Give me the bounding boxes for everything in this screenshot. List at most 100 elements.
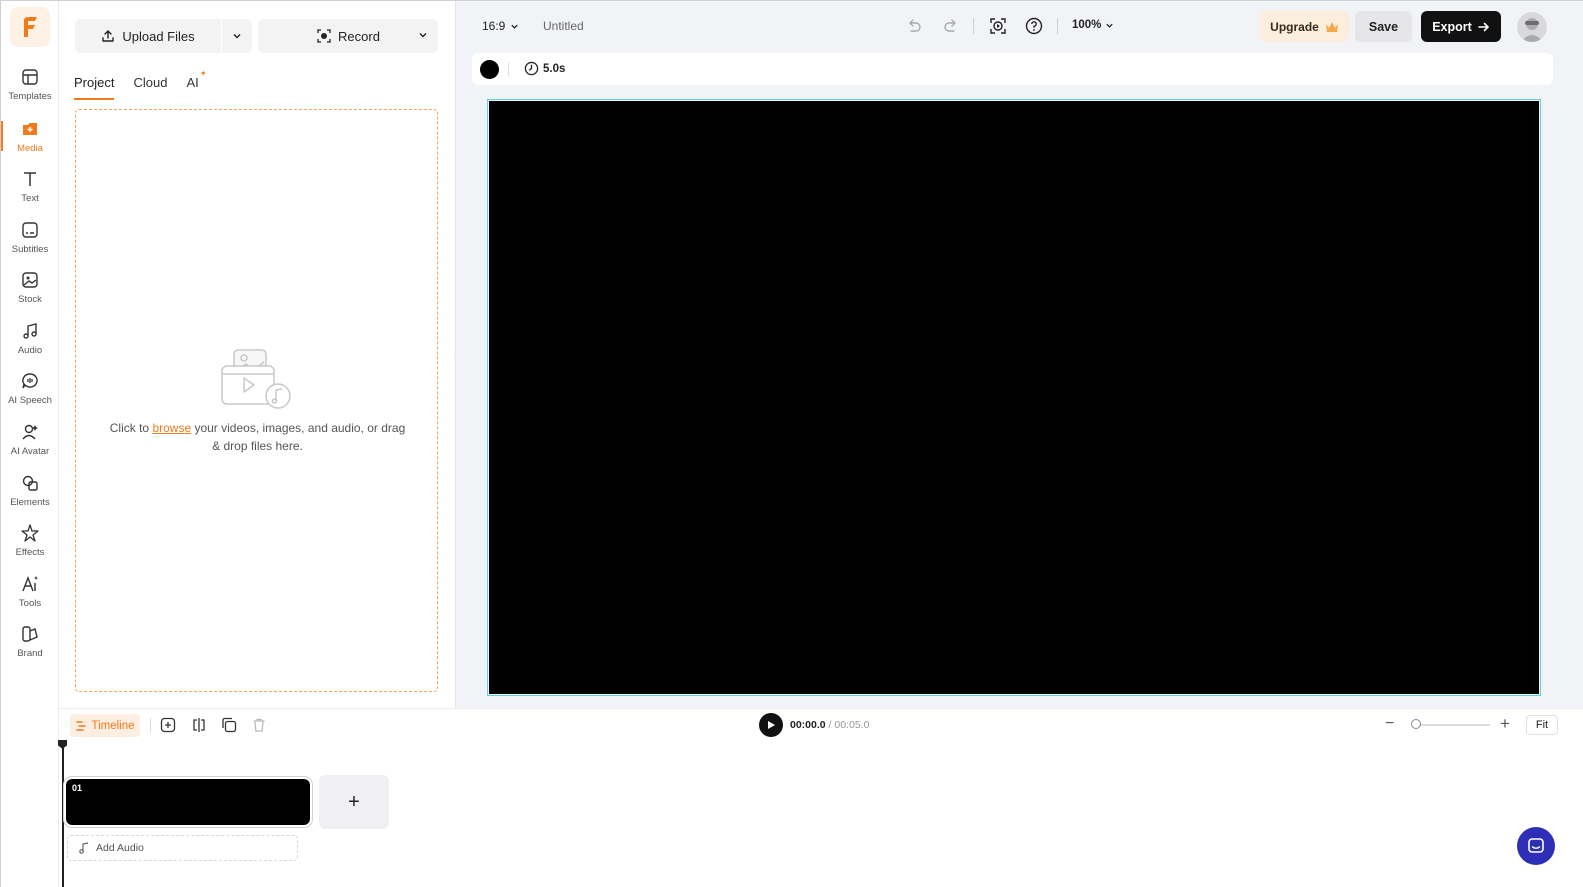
brand-icon [22, 626, 38, 642]
export-button[interactable]: Export [1421, 11, 1501, 42]
media-tabs: Project Cloud AI ✦ [74, 69, 207, 100]
split-icon[interactable] [191, 717, 207, 733]
undo-icon[interactable] [904, 16, 924, 36]
duration-value: 5.0s [543, 62, 566, 75]
media-panel: Upload Files Record Project Cloud AI ✦ C… [59, 1, 455, 708]
media-placeholder-icon [221, 349, 291, 409]
sidebar-item-elements[interactable]: Elements [1, 471, 59, 519]
add-element-icon[interactable] [160, 717, 176, 733]
sidebar-item-subtitles[interactable]: Subtitles [1, 218, 59, 266]
upload-dropzone[interactable]: Click to browse your videos, images, and… [75, 109, 438, 692]
upgrade-button[interactable]: Upgrade [1260, 11, 1349, 42]
scene-duration[interactable]: 5.0s [524, 61, 565, 76]
export-label: Export [1432, 19, 1472, 34]
ai-speech-icon [22, 373, 38, 389]
sparkle-icon: ✦ [200, 69, 207, 78]
plus-icon: + [348, 790, 360, 813]
crown-icon [1325, 21, 1338, 32]
play-button[interactable] [759, 713, 783, 737]
preview-icon[interactable] [988, 16, 1008, 36]
playhead[interactable] [62, 744, 64, 887]
toolbar-divider [973, 18, 974, 34]
zoom-out-icon[interactable]: − [1385, 715, 1394, 733]
tab-cloud[interactable]: Cloud [133, 75, 167, 95]
support-chat-button[interactable] [1517, 827, 1555, 865]
save-button[interactable]: Save [1355, 11, 1412, 42]
chevron-down-icon [233, 34, 241, 39]
dropzone-prefix: Click to [109, 421, 153, 435]
upload-files-button[interactable]: Upload Files [75, 19, 221, 53]
current-time: 00:00.0 [790, 719, 826, 731]
sidebar-item-label: Templates [8, 91, 52, 102]
timeline-zoom-slider[interactable] [1414, 724, 1490, 726]
aspect-ratio-select[interactable]: 16:9 [482, 19, 519, 33]
redo-icon[interactable] [941, 16, 961, 36]
upgrade-label: Upgrade [1270, 19, 1319, 34]
add-audio-track[interactable]: Add Audio [67, 835, 298, 861]
dropzone-instructions: Click to browse your videos, images, and… [106, 419, 409, 455]
browse-link[interactable]: browse [152, 421, 191, 435]
total-time: 00:05.0 [834, 719, 870, 731]
play-icon [768, 721, 775, 729]
sidebar-item-ai-speech[interactable]: AI Speech [1, 369, 59, 417]
zoom-in-icon[interactable]: + [1500, 714, 1510, 734]
timeline-divider [150, 718, 151, 732]
fit-button[interactable]: Fit [1526, 715, 1558, 735]
chat-icon [1528, 838, 1544, 853]
chevron-down-icon [1106, 23, 1114, 28]
upload-icon [102, 30, 115, 42]
upload-options-dropdown[interactable] [222, 19, 252, 53]
clock-icon [524, 61, 539, 76]
sidebar-item-label: Audio [17, 345, 43, 356]
timeline-toggle[interactable]: Timeline [70, 714, 140, 737]
sidebar-item-brand[interactable]: Brand [1, 622, 59, 670]
text-icon [24, 172, 36, 186]
top-toolbar: 16:9 Untitled 100% Upgrade Save Export [456, 1, 1583, 51]
elements-icon [22, 475, 38, 491]
sidebar-item-audio[interactable]: Audio [1, 319, 59, 367]
sidebar-item-label: Effects [15, 547, 45, 558]
duplicate-icon[interactable] [221, 717, 237, 733]
app-logo[interactable] [10, 7, 50, 47]
sidebar-item-effects[interactable]: Effects [1, 521, 59, 569]
background-color-swatch[interactable] [480, 60, 499, 79]
sidebar-item-label: Tools [18, 598, 42, 609]
stock-icon [22, 272, 38, 288]
subtitles-icon [22, 222, 38, 238]
tab-project[interactable]: Project [74, 75, 115, 100]
audio-icon [23, 323, 37, 339]
media-icon [23, 123, 37, 135]
sidebar-item-media[interactable]: Media [1, 117, 59, 165]
music-note-icon [79, 842, 89, 854]
timecode: 00:00.0 / 00:05.0 [790, 719, 869, 731]
avatar-icon [1521, 18, 1543, 42]
toolbar-divider [1057, 18, 1058, 34]
tab-ai[interactable]: AI ✦ [186, 69, 206, 95]
add-audio-label: Add Audio [96, 842, 144, 854]
user-avatar[interactable] [1517, 12, 1547, 42]
scene-clip[interactable]: 01 [64, 777, 312, 827]
property-bar: 5.0s [472, 53, 1553, 85]
sidebar-item-templates[interactable]: Templates [1, 65, 59, 113]
zoom-select[interactable]: 100% [1072, 19, 1114, 31]
ai-avatar-icon [22, 424, 38, 440]
project-title[interactable]: Untitled [543, 19, 584, 33]
editor-stage: 16:9 Untitled 100% Upgrade Save Export 5… [455, 1, 1583, 708]
timeline-zoom-handle[interactable] [1411, 719, 1421, 729]
tools-icon [22, 576, 38, 592]
zoom-value: 100% [1072, 19, 1102, 31]
timeline-label: Timeline [91, 719, 135, 732]
sidebar-item-text[interactable]: Text [1, 167, 59, 215]
record-label: Record [338, 28, 380, 44]
help-icon[interactable] [1024, 16, 1044, 36]
chevron-down-icon [419, 33, 427, 38]
sidebar-item-label: Text [21, 193, 39, 204]
sidebar-item-ai-avatar[interactable]: AI Avatar [1, 420, 59, 468]
delete-icon[interactable] [251, 717, 267, 733]
sidebar-item-stock[interactable]: Stock [1, 268, 59, 316]
add-scene-button[interactable]: + [319, 775, 389, 829]
video-canvas[interactable] [487, 99, 1541, 696]
record-button[interactable]: Record [258, 19, 438, 53]
tab-ai-label: AI [186, 75, 199, 90]
sidebar-item-tools[interactable]: Tools [1, 572, 59, 620]
